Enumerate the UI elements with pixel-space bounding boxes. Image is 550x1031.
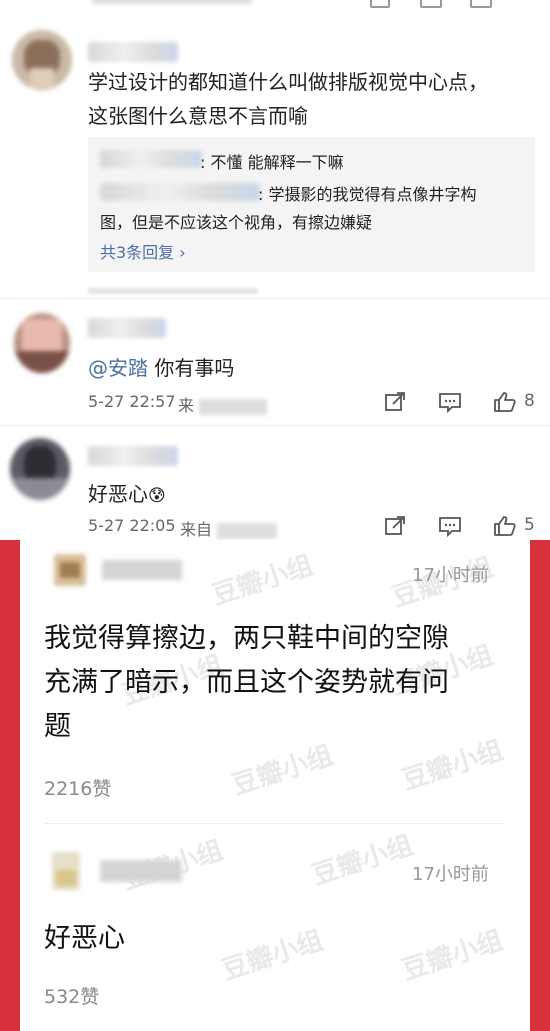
avatar	[52, 852, 80, 890]
like-count: 5	[524, 515, 535, 535]
divider	[44, 823, 504, 824]
thumbs-up-icon[interactable]	[492, 513, 518, 539]
watermark: 豆瓣小组	[398, 925, 507, 987]
post-time: 17小时前	[412, 864, 489, 885]
watermark: 豆瓣小组	[208, 550, 317, 612]
post-text: 我觉得算擦边，两只鞋中间的空隙	[44, 623, 449, 654]
avatar[interactable]	[12, 30, 72, 90]
comment-source: 来	[178, 392, 268, 416]
comment-icon[interactable]	[437, 513, 463, 539]
douban-screenshot: 豆瓣小组 豆瓣小组 豆瓣小组 豆瓣小组 豆瓣小组 豆瓣小组 豆瓣小组 豆瓣小组 …	[20, 540, 530, 1031]
view-replies-link[interactable]: 共3条回复 ›	[100, 239, 186, 263]
avatar[interactable]	[14, 313, 70, 373]
emoji: 😰	[148, 486, 166, 506]
like-count: 8	[524, 391, 535, 411]
watermark: 豆瓣小组	[228, 740, 337, 802]
previous-comment-action-row	[0, 0, 550, 8]
post-text: 好恶心	[44, 923, 125, 954]
comment-source: 来自	[180, 516, 278, 540]
comment-body: 你有事吗	[148, 356, 235, 380]
watermark: 豆瓣小组	[398, 735, 507, 797]
reply-username[interactable]	[100, 183, 260, 201]
watermark: 豆瓣小组	[218, 925, 327, 987]
reply-text: : 不懂 能解释一下嘛	[200, 153, 344, 172]
comment-time: 5-27 22:57	[88, 392, 176, 411]
post-text: 题	[44, 711, 71, 742]
share-icon[interactable]	[382, 389, 408, 415]
mention-link[interactable]: @安踏	[88, 356, 148, 380]
comment-time: 5-27 22:05	[88, 516, 176, 535]
reply-username[interactable]	[100, 150, 202, 168]
comment-text: 好恶心😰	[88, 478, 166, 507]
reply-text: 图，但是不应该这个视角，有擦边嫌疑	[100, 213, 373, 232]
source-prefix: 来	[178, 396, 195, 415]
source-blur	[199, 398, 268, 415]
comment-text: 学过设计的都知道什么叫做排版视觉中心点，	[88, 70, 488, 94]
username	[100, 860, 182, 882]
comment-text: @安踏 你有事吗	[88, 352, 234, 381]
source-prefix: 来自	[180, 520, 213, 539]
like-count: 2216赞	[44, 778, 112, 800]
comment-body: 好恶心	[88, 482, 148, 506]
share-icon[interactable]	[382, 513, 408, 539]
post-time: 17小时前	[412, 565, 489, 586]
username[interactable]	[88, 42, 178, 62]
thumbs-up-icon[interactable]	[492, 389, 518, 415]
username	[102, 560, 182, 580]
divider	[0, 298, 550, 299]
watermark: 豆瓣小组	[308, 830, 417, 892]
username[interactable]	[88, 446, 178, 466]
avatar	[54, 554, 86, 586]
source-blur	[217, 522, 278, 539]
like-count: 532赞	[44, 986, 100, 1008]
divider	[0, 425, 550, 426]
post-text: 充满了暗示，而且这个姿势就有问	[44, 667, 449, 698]
reply-text: : 学摄影的我觉得有点像井字构	[258, 185, 477, 204]
comment-text: 这张图什么意思不言而喻	[88, 104, 308, 128]
comment-icon[interactable]	[437, 389, 463, 415]
username[interactable]	[88, 318, 166, 338]
comment-meta	[88, 288, 258, 294]
avatar[interactable]	[10, 438, 70, 500]
